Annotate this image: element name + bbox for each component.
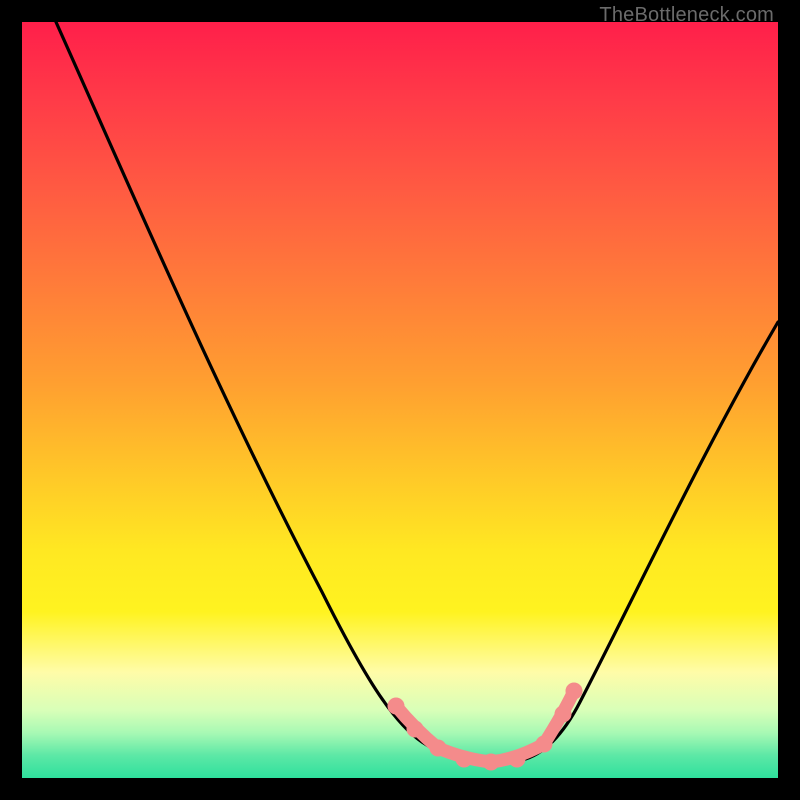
curve-layer — [22, 22, 778, 778]
plot-area — [22, 22, 778, 778]
bottleneck-curve — [56, 22, 778, 763]
marker-group — [388, 683, 582, 770]
chart-frame: TheBottleneck.com — [0, 0, 800, 800]
